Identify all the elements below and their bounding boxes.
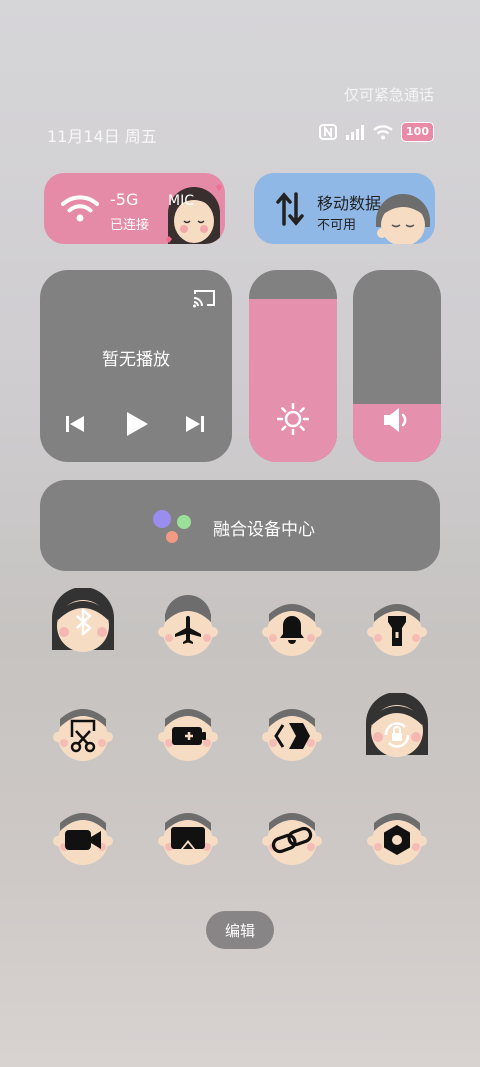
screen-record-toggle[interactable] <box>50 797 116 869</box>
next-icon[interactable] <box>185 414 205 434</box>
cast-icon[interactable] <box>192 288 216 308</box>
wifi-avatar-text: MIC <box>168 193 194 209</box>
airplane-toggle[interactable] <box>155 588 221 660</box>
settings-toggle[interactable] <box>364 797 430 869</box>
wifi-icon <box>373 125 393 140</box>
mobile-data-tile[interactable]: 移动数据 不可用 <box>254 173 435 244</box>
mobile-data-status: 不可用 <box>317 218 357 233</box>
sun-icon <box>277 403 309 435</box>
fusion-device-center-tile[interactable]: 融合设备中心 <box>40 480 440 571</box>
wifi-network-name: -5G <box>110 190 139 209</box>
screenshot-toggle[interactable] <box>50 693 116 765</box>
speaker-icon <box>384 408 407 432</box>
wifi-avatar: MIC <box>162 181 225 244</box>
date-text: 11月14日 周五 <box>47 127 157 146</box>
flashlight-toggle[interactable] <box>364 588 430 660</box>
play-icon[interactable] <box>124 410 150 438</box>
brightness-slider[interactable] <box>249 270 337 462</box>
rotation-lock-toggle[interactable] <box>364 693 430 765</box>
bluetooth-toggle[interactable] <box>50 588 116 660</box>
fusion-device-center-label: 融合设备中心 <box>213 520 315 540</box>
battery-plus-icon <box>172 727 206 745</box>
data-avatar <box>376 194 430 244</box>
no-playback-label: 暂无播放 <box>102 350 170 370</box>
brightness-level-fill <box>249 298 337 462</box>
wifi-icon <box>61 195 99 222</box>
edit-button[interactable]: 编辑 <box>206 911 274 949</box>
nfc-icon <box>319 124 338 140</box>
screen-cast-toggle[interactable] <box>155 797 221 869</box>
wifi-status: 已连接 <box>110 218 150 233</box>
emergency-call-text: 仅可紧急通话 <box>343 86 434 104</box>
link-toggle[interactable] <box>259 797 325 869</box>
volume-slider[interactable] <box>353 270 441 462</box>
bell-toggle[interactable] <box>259 588 325 660</box>
wifi-tile[interactable]: -5G 已连接 MIC <box>44 173 225 244</box>
battery-saver-toggle[interactable] <box>155 693 221 765</box>
signal-icon <box>346 125 365 140</box>
share-toggle[interactable] <box>259 693 325 765</box>
fusion-dots-icon <box>153 510 191 543</box>
status-icons: 100 <box>319 122 434 142</box>
data-arrows-icon <box>276 192 304 226</box>
previous-icon[interactable] <box>65 414 85 434</box>
screencast-icon <box>171 827 205 850</box>
media-player-tile[interactable]: 暂无播放 <box>40 270 232 462</box>
battery-icon: 100 <box>401 122 434 142</box>
